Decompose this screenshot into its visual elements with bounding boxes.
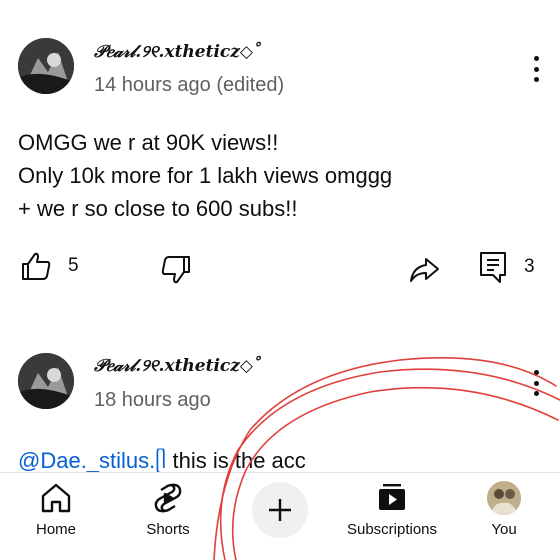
like-count: 5	[68, 255, 79, 276]
nav-you[interactable]: You	[454, 481, 554, 538]
comment-icon	[480, 252, 506, 283]
kebab-icon[interactable]	[524, 366, 548, 400]
comment-text: this is the acc	[166, 448, 306, 473]
nav-home[interactable]: Home	[6, 481, 106, 538]
profile-avatar	[487, 481, 521, 515]
like-button[interactable]: 5	[20, 250, 79, 282]
bottom-navigation-bar: Home Shorts Subscriptions You	[0, 472, 560, 560]
comment-text-line: @Dae._stilus.ᥫ this is the acc	[18, 448, 306, 474]
author-avatar[interactable]	[18, 353, 74, 409]
shorts-icon	[154, 483, 182, 513]
comment-actions: 5 3	[0, 250, 560, 290]
create-icon	[269, 499, 291, 521]
nav-shorts[interactable]: Shorts	[118, 481, 218, 538]
reply-button[interactable]: 3	[478, 250, 535, 284]
nav-label-you: You	[491, 521, 517, 538]
author-name[interactable]: 𝒫𝑒𝒶𝓇𝓁.୨୧.xtheticz◇˚	[94, 356, 262, 376]
comment-text-line: + we r so close to 600 subs!!	[18, 196, 298, 221]
author-avatar[interactable]	[18, 38, 74, 94]
home-icon	[41, 483, 71, 513]
post-timestamp: 18 hours ago	[94, 389, 211, 411]
author-name[interactable]: 𝒫𝑒𝒶𝓇𝓁.୨୧.xtheticz◇˚	[94, 42, 262, 62]
create-button[interactable]	[252, 482, 308, 538]
dislike-icon	[161, 256, 190, 284]
nav-label-subscriptions: Subscriptions	[346, 521, 438, 538]
nav-subscriptions[interactable]: Subscriptions	[342, 481, 442, 538]
user-mention-link[interactable]: @Dae._stilus.ᥫ	[18, 448, 166, 473]
dislike-button[interactable]	[160, 254, 192, 286]
comment-text-line: OMGG we r at 90K views!!	[18, 130, 279, 155]
post-timestamp: 14 hours ago (edited)	[94, 74, 285, 96]
subscriptions-icon	[379, 484, 405, 510]
reply-count: 3	[524, 256, 535, 277]
like-icon	[22, 252, 51, 280]
comment-text-line: Only 10k more for 1 lakh views omggg	[18, 163, 393, 188]
nav-label-shorts: Shorts	[146, 521, 190, 538]
share-button[interactable]	[408, 254, 440, 286]
nav-label-home: Home	[35, 521, 76, 538]
kebab-icon[interactable]	[524, 52, 548, 86]
share-icon	[410, 258, 439, 282]
